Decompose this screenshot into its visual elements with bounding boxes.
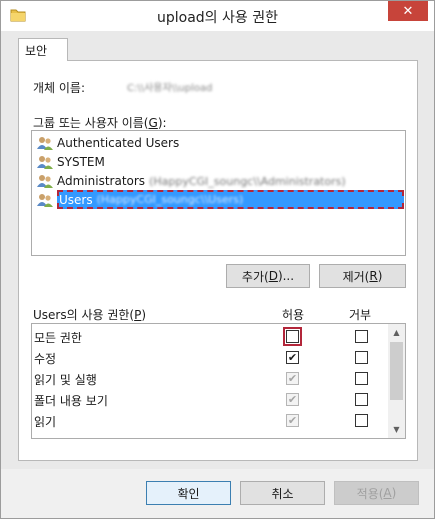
users-icon xyxy=(37,155,53,169)
deny-checkbox[interactable] xyxy=(355,372,368,385)
object-name-value: C:\\사용자\\upload xyxy=(127,83,213,94)
list-item-system[interactable]: SYSTEM xyxy=(36,152,404,171)
title-bar[interactable]: upload의 사용 권한 ✕ xyxy=(1,1,434,31)
list-item-authenticated-users[interactable]: Authenticated Users xyxy=(36,133,404,152)
deny-checkbox[interactable] xyxy=(355,351,368,364)
scroll-up-icon[interactable]: ▲ xyxy=(388,324,405,341)
add-button-label: 추가( xyxy=(241,269,269,284)
perm-name: 모든 권한 xyxy=(34,331,82,345)
list-item-detail: (HappyCGI_soungc\\Administrators) xyxy=(149,174,346,188)
deny-column-header: 거부 xyxy=(349,308,372,322)
users-icon xyxy=(37,193,53,207)
dialog-button-bar: 확인 취소 적용(A) xyxy=(1,469,434,518)
perm-row-full-control: 모든 권한 xyxy=(32,326,387,347)
scroll-down-icon[interactable]: ▼ xyxy=(388,421,405,438)
tab-security[interactable]: 보안 xyxy=(18,38,68,61)
perm-row-read: 읽기 ✔ xyxy=(32,410,387,431)
list-item-administrators[interactable]: Administrators (HappyCGI_soungc\\Administ… xyxy=(36,171,404,190)
list-item-label: Users xyxy=(59,192,93,207)
close-button[interactable]: ✕ xyxy=(388,1,428,21)
list-item-detail: (HappyCGI_soungc\\Users) xyxy=(96,193,244,206)
window-title: upload의 사용 권한 xyxy=(157,10,278,26)
security-tab-panel: 개체 이름: C:\\사용자\\upload 그룹 또는 사용자 이름(G): … xyxy=(18,60,418,461)
remove-button-label: 제거( xyxy=(342,269,370,284)
object-name-label: 개체 이름: xyxy=(33,81,86,95)
deny-checkbox[interactable] xyxy=(355,393,368,406)
list-item-label: SYSTEM xyxy=(57,154,105,169)
groups-list[interactable]: Authenticated Users SYSTEM Administrator… xyxy=(31,130,406,256)
allow-checkbox[interactable] xyxy=(283,327,302,346)
groups-label-suffix: ): xyxy=(157,116,167,130)
users-icon xyxy=(37,174,53,188)
permissions-list[interactable]: 모든 권한 수정 ✔ 읽기 및 실행 ✔ 폴더 내용 보기 ✔ 읽기 ✔ ▲ ▼ xyxy=(31,323,406,439)
apply-button-mnemonic: A xyxy=(383,486,392,500)
perm-name: 수정 xyxy=(34,352,57,366)
deny-checkbox[interactable] xyxy=(355,330,368,343)
perm-name: 폴더 내용 보기 xyxy=(34,394,108,408)
list-item-label: Authenticated Users xyxy=(57,135,180,150)
scroll-thumb[interactable] xyxy=(390,342,403,400)
perm-name: 읽기 및 실행 xyxy=(34,373,97,387)
remove-button-suffix: ) xyxy=(377,269,383,283)
users-icon xyxy=(37,136,53,150)
apply-button[interactable]: 적용(A) xyxy=(334,481,419,505)
permissions-dialog: upload의 사용 권한 ✕ 보안 개체 이름: C:\\사용자\\uploa… xyxy=(0,0,435,519)
allow-checkbox[interactable]: ✔ xyxy=(286,393,299,406)
allow-checkbox[interactable]: ✔ xyxy=(286,414,299,427)
cancel-button[interactable]: 취소 xyxy=(240,481,325,505)
list-item-users[interactable]: Users (HappyCGI_soungc\\Users) xyxy=(36,190,404,209)
add-button-mnemonic: D xyxy=(268,269,278,283)
list-item-label: Administrators xyxy=(57,173,146,188)
apply-button-label: 적용( xyxy=(356,486,384,501)
apply-button-suffix: ) xyxy=(391,486,397,500)
permissions-label: Users의 사용 권한(P) xyxy=(33,306,146,323)
allow-checkbox[interactable]: ✔ xyxy=(286,351,299,364)
remove-button-mnemonic: R xyxy=(369,269,378,283)
perm-row-list-folder: 폴더 내용 보기 ✔ xyxy=(32,389,387,410)
groups-label-mnemonic: G xyxy=(148,116,158,130)
permissions-label-suffix: ) xyxy=(141,308,147,322)
perm-row-read-execute: 읽기 및 실행 ✔ xyxy=(32,368,387,389)
ok-button[interactable]: 확인 xyxy=(146,481,231,505)
allow-checkbox[interactable]: ✔ xyxy=(286,372,299,385)
perm-name: 읽기 xyxy=(34,415,57,429)
permissions-scrollbar[interactable]: ▲ ▼ xyxy=(388,324,405,438)
deny-checkbox[interactable] xyxy=(355,414,368,427)
permissions-label-prefix: Users의 사용 권한( xyxy=(33,308,135,322)
add-button-suffix: )... xyxy=(277,269,295,283)
add-button[interactable]: 추가(D)... xyxy=(226,264,310,288)
perm-row-modify: 수정 ✔ xyxy=(32,347,387,368)
close-icon: ✕ xyxy=(402,3,414,19)
groups-label: 그룹 또는 사용자 이름(G): xyxy=(33,114,167,131)
remove-button[interactable]: 제거(R) xyxy=(319,264,406,288)
allow-column-header: 허용 xyxy=(282,308,305,322)
groups-label-prefix: 그룹 또는 사용자 이름( xyxy=(33,116,149,130)
